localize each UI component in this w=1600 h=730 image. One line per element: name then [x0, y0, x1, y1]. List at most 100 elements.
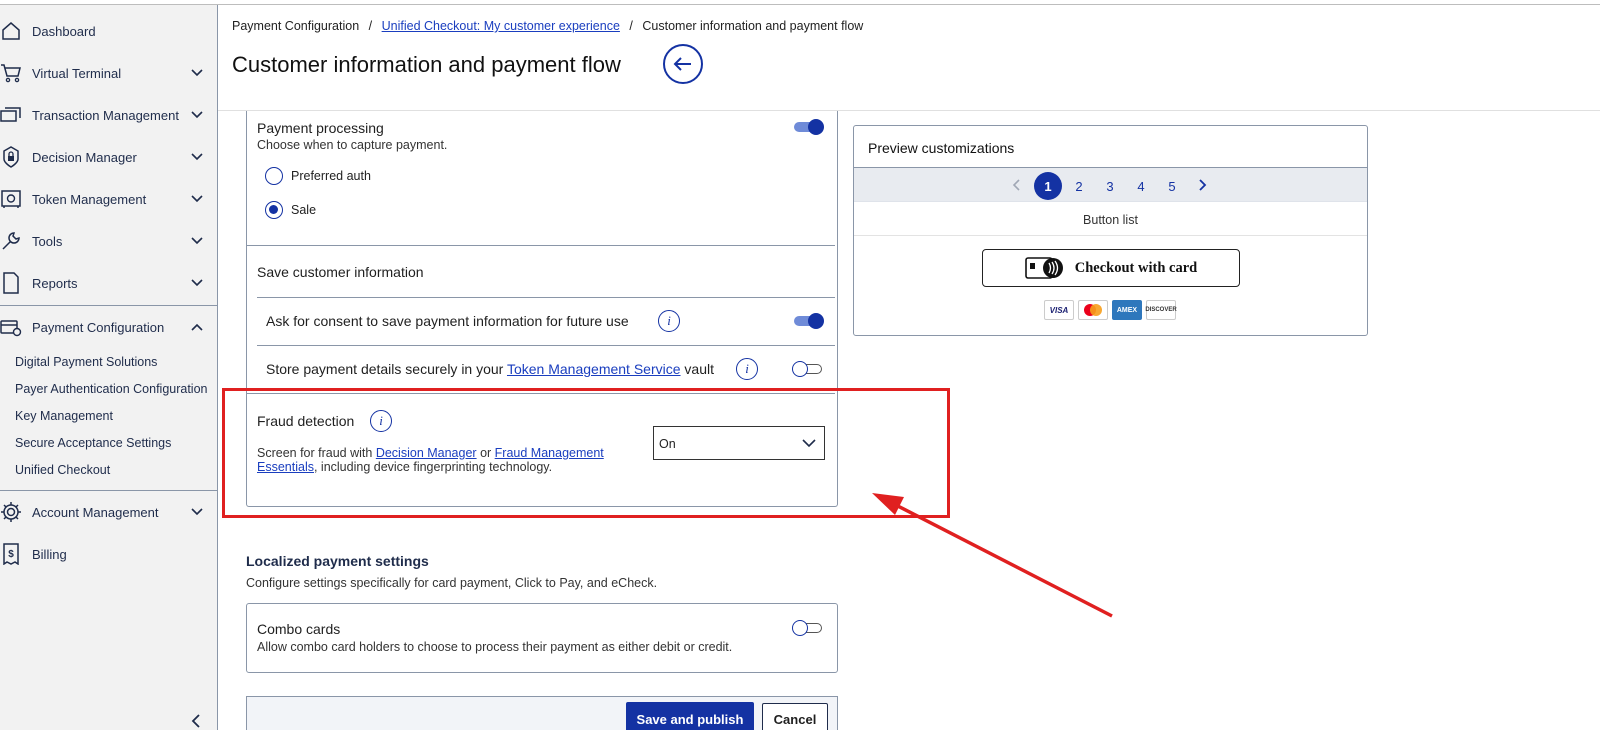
chevron-down-icon — [191, 153, 203, 161]
combo-cards-description: Allow combo card holders to choose to pr… — [257, 640, 733, 654]
top-strip — [0, 0, 1600, 5]
section-divider — [257, 345, 835, 346]
page-button-5[interactable]: 5 — [1158, 172, 1186, 200]
radio-label-preferred-auth: Preferred auth — [291, 169, 371, 183]
collapse-sidebar-icon[interactable] — [188, 713, 204, 729]
sidebar-divider — [0, 490, 218, 491]
breadcrumb-item-current: Customer information and payment flow — [642, 19, 864, 33]
breadcrumb: Payment Configuration / Unified Checkout… — [232, 19, 863, 33]
sidebar-item-decision-manager[interactable]: Decision Manager — [0, 137, 218, 177]
combo-cards-toggle[interactable] — [792, 620, 824, 636]
discover-logo: DISCOVER — [1145, 300, 1177, 320]
chevron-down-icon — [191, 237, 203, 245]
fraud-desc-prefix: Screen for fraud with — [257, 446, 373, 460]
preview-section-label: Button list — [1083, 213, 1138, 227]
store-payment-label: Store payment details securely in your T… — [266, 361, 714, 377]
select-value: On — [659, 437, 676, 451]
info-icon[interactable]: i — [736, 358, 758, 380]
breadcrumb-separator: / — [368, 19, 373, 33]
fraud-detection-description: Screen for fraud with Decision Manager o… — [257, 446, 607, 474]
decision-manager-link[interactable]: Decision Manager — [376, 446, 477, 460]
chevron-up-icon — [191, 323, 203, 331]
sidebar-divider — [0, 305, 218, 306]
radio-preferred-auth[interactable] — [265, 167, 283, 185]
safe-icon — [0, 188, 22, 210]
cancel-button[interactable]: Cancel — [762, 703, 828, 730]
sidebar-subitem-digital-payment-solutions[interactable]: Digital Payment Solutions — [15, 355, 157, 369]
sidebar-subitem-unified-checkout[interactable]: Unified Checkout — [15, 463, 110, 477]
section-divider — [257, 297, 835, 298]
page-button-1[interactable]: 1 — [1034, 172, 1062, 200]
card-contactless-icon — [1024, 257, 1063, 279]
consent-toggle[interactable] — [792, 313, 824, 329]
wrench-icon — [0, 230, 22, 252]
store-prefix: Store payment details securely in your — [266, 361, 504, 377]
fraud-detection-select[interactable]: On — [653, 426, 825, 460]
card-gear-icon — [0, 316, 22, 338]
page-button-3[interactable]: 3 — [1096, 172, 1124, 200]
chevron-down-icon — [191, 279, 203, 287]
back-button[interactable] — [663, 44, 703, 84]
sidebar-item-label: Tools — [32, 233, 63, 249]
breadcrumb-item-payment-configuration: Payment Configuration — [232, 19, 360, 33]
sidebar-item-token-management[interactable]: Token Management — [0, 179, 218, 219]
sidebar-item-reports[interactable]: Reports — [0, 263, 218, 303]
home-icon — [0, 20, 22, 42]
radio-sale[interactable] — [265, 201, 283, 219]
breadcrumb-link-unified-checkout[interactable]: Unified Checkout: My customer experience — [382, 19, 620, 33]
chevron-down-icon — [802, 439, 816, 448]
info-icon[interactable]: i — [658, 310, 680, 332]
fraud-desc-suffix: , including device fingerprinting techno… — [313, 460, 553, 474]
svg-text:$: $ — [8, 549, 14, 560]
visa-logo: VISA — [1044, 300, 1074, 320]
sidebar-item-tools[interactable]: Tools — [0, 221, 218, 261]
chevron-down-icon — [191, 111, 203, 119]
sidebar-item-virtual-terminal[interactable]: Virtual Terminal — [0, 53, 218, 93]
sidebar-item-payment-configuration[interactable]: Payment Configuration — [0, 307, 218, 347]
radio-label-sale: Sale — [291, 203, 317, 217]
sidebar-item-label: Payment Configuration — [32, 319, 165, 335]
sidebar-item-label: Virtual Terminal — [32, 65, 122, 81]
localized-settings-description: Configure settings specifically for card… — [246, 576, 658, 590]
fraud-detection-title: Fraud detection — [257, 413, 355, 429]
sidebar-subitem-secure-acceptance[interactable]: Secure Acceptance Settings — [15, 436, 171, 450]
info-icon[interactable]: i — [370, 410, 392, 432]
chevron-right-icon[interactable] — [1195, 178, 1209, 192]
lock-shield-icon — [0, 146, 22, 168]
sidebar-item-label: Account Management — [32, 504, 159, 520]
store-payment-toggle[interactable] — [792, 361, 824, 377]
sidebar-item-transaction-management[interactable]: Transaction Management — [0, 95, 218, 135]
gear-icon — [0, 501, 22, 523]
section-divider — [246, 393, 835, 394]
transactions-icon — [0, 104, 22, 126]
sidebar-item-dashboard[interactable]: Dashboard — [0, 11, 218, 51]
checkout-label: Checkout with card — [1074, 259, 1198, 276]
save-customer-info-title: Save customer information — [257, 264, 424, 280]
sidebar-item-account-management[interactable]: Account Management — [0, 492, 218, 532]
amex-logo: AMEX — [1112, 300, 1142, 320]
sidebar-item-label: Token Management — [32, 191, 147, 207]
payment-processing-toggle[interactable] — [792, 119, 824, 135]
page-button-2[interactable]: 2 — [1065, 172, 1093, 200]
sidebar-subitem-payer-authentication[interactable]: Payer Authentication Configuration — [15, 382, 208, 396]
sidebar: Dashboard Virtual Terminal Transaction M… — [0, 5, 218, 730]
combo-cards-title: Combo cards — [257, 621, 341, 637]
sidebar-item-billing[interactable]: $ Billing — [0, 534, 218, 574]
preview-panel: Preview customizations 1 2 3 4 5 Button … — [853, 125, 1368, 336]
page-title: Customer information and payment flow — [232, 52, 621, 77]
preview-divider — [854, 235, 1367, 236]
chevron-left-icon[interactable] — [1010, 178, 1024, 192]
preview-title: Preview customizations — [868, 140, 1015, 156]
breadcrumb-separator: / — [629, 19, 633, 33]
checkout-with-card-button[interactable]: Checkout with card — [982, 249, 1240, 287]
payment-processing-subtitle: Choose when to capture payment. — [257, 138, 448, 152]
preview-pagination: 1 2 3 4 5 — [854, 167, 1367, 202]
save-and-publish-button[interactable]: Save and publish — [626, 702, 754, 730]
receipt-icon: $ — [0, 543, 22, 565]
sidebar-subitem-key-management[interactable]: Key Management — [15, 409, 113, 423]
page-button-4[interactable]: 4 — [1127, 172, 1155, 200]
payment-processing-title: Payment processing — [257, 120, 384, 136]
sidebar-item-label: Transaction Management — [32, 107, 179, 123]
document-icon — [0, 272, 22, 294]
token-management-service-link[interactable]: Token Management Service — [507, 361, 681, 377]
